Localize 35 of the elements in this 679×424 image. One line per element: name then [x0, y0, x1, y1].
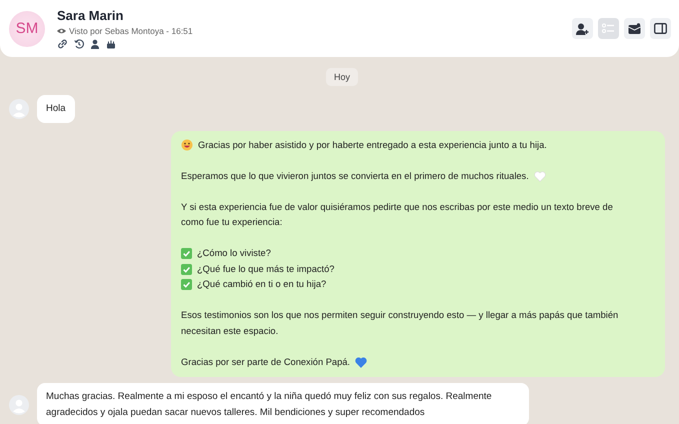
envelope-icon — [628, 23, 641, 34]
cake-icon[interactable] — [106, 39, 116, 49]
person-icon[interactable] — [90, 39, 100, 49]
add-person-icon — [576, 22, 589, 34]
contact-name: Sara Marin — [57, 8, 124, 23]
question-text: ¿Qué fue lo que más te impactó? — [197, 262, 334, 276]
avatar-icon — [9, 98, 29, 119]
message-text: Gracias por ser parte de Conexión Papá. — [181, 356, 350, 369]
avatar-icon — [9, 394, 29, 414]
message-text: Esperamos que lo que vivieron juntos se convierta en el primero de muchos rituales. — [181, 170, 529, 183]
smiling-face-icon — [181, 139, 193, 152]
question-text: ¿Cómo lo viviste? — [197, 247, 271, 260]
eye-icon — [57, 28, 66, 34]
history-icon[interactable] — [74, 39, 84, 49]
list-icon — [602, 23, 615, 34]
message-text: Esos testimonios son los que nos permiten seguir construyendo esto — y llegar a más papás que también necesitan este espacio. — [181, 309, 620, 338]
checkbox-icon — [181, 264, 192, 275]
heart-icon — [534, 170, 546, 182]
checklist-button[interactable] — [598, 18, 619, 39]
panel-icon — [654, 23, 667, 34]
add-contact-button[interactable] — [572, 18, 593, 39]
side-panel-button[interactable] — [650, 18, 671, 39]
heart-icon — [355, 356, 367, 368]
checkbox-icon — [181, 279, 192, 290]
link-icon[interactable] — [57, 39, 68, 49]
seen-status: Visto por Sebas Montoya - 16:51 — [69, 26, 193, 36]
message-text: Y si esta experiencia fue de valor quisiéramos pedirte que nos escribas por este medio un texto breve de como fue tu experiencia: — [181, 200, 614, 229]
checkbox-icon — [181, 248, 192, 260]
inbox-button[interactable] — [624, 18, 645, 39]
message-text: Muchas gracias. Realmente a mi esposo el encantó y la niña quedó muy feliz con sus regalos. Realmente agradecidos y ojala puedan sacar nuevos talleres. Mil bendiciones y super recomendados — [46, 390, 493, 420]
date-divider: Hoy — [326, 68, 358, 86]
question-text: ¿Qué cambió en ti o en tu hija? — [197, 278, 326, 291]
message-text: Hola — [46, 102, 66, 116]
message-text: Gracias por haber asistido y por haberte entregado a esta experiencia junto a tu hija. — [198, 138, 547, 152]
contact-avatar: SM — [9, 10, 45, 46]
